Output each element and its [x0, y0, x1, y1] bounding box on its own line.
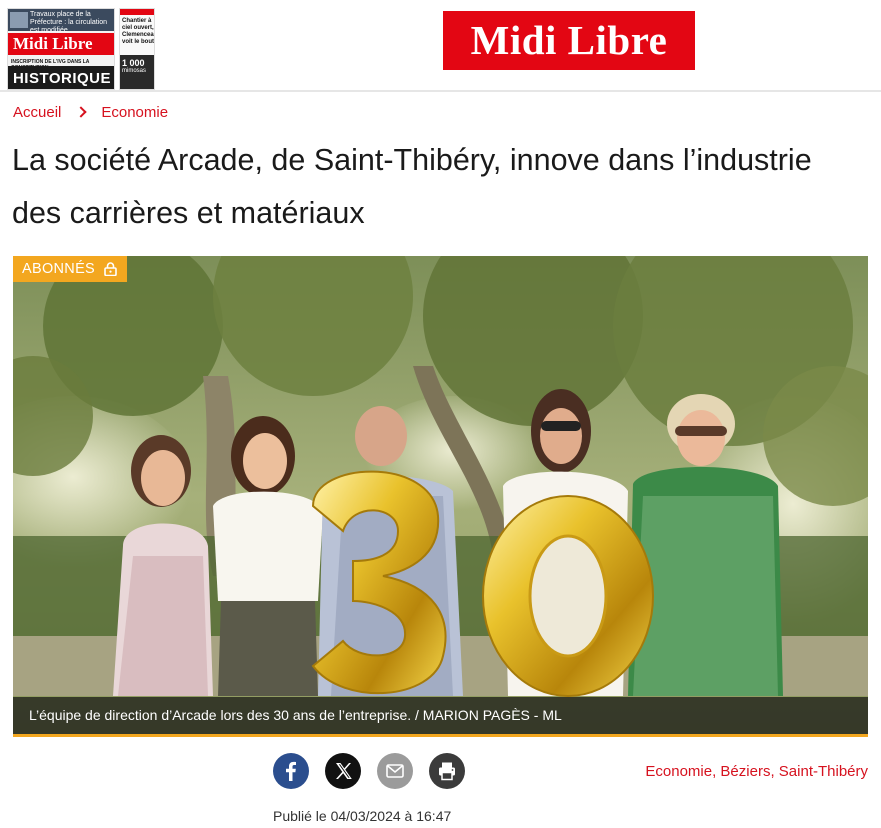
breadcrumb-home-link[interactable]: Accueil: [13, 103, 61, 123]
article-tags: Economie, Béziers, Saint-Thibéry: [645, 762, 868, 782]
breadcrumb-section-link[interactable]: Economie: [101, 103, 168, 123]
subscribers-badge-label: ABONNÉS: [22, 261, 96, 277]
supplement-dark-text: mimosas: [122, 68, 147, 74]
lock-icon: [104, 262, 117, 276]
site-header: Travaux place de la Préfecture : la circ…: [0, 0, 881, 92]
supplement-cover-thumbnail[interactable]: Chantier à ciel ouvert, Clemenceau voit …: [119, 8, 155, 90]
tag-link[interactable]: Béziers: [720, 763, 770, 780]
breadcrumb: Accueil Economie: [13, 103, 168, 123]
photo-accent-rule: [13, 734, 868, 737]
article-photo: ABONNÉS L’équipe de direction d’Arcade l…: [13, 256, 868, 737]
photo-caption: L’équipe de direction d’Arcade lors des …: [13, 697, 868, 734]
printer-icon: [439, 762, 455, 781]
brand-logo[interactable]: Midi Libre: [443, 11, 695, 70]
article-title: La société Arcade, de Saint-Thibéry, inn…: [12, 143, 812, 230]
facebook-share-button[interactable]: [273, 753, 309, 789]
supplement-text: Chantier à ciel ouvert, Clemenceau voit …: [122, 18, 155, 45]
facebook-icon: [286, 761, 296, 781]
share-bar: [273, 753, 465, 789]
supplement-top-bar: [120, 9, 154, 15]
cover-top-text: Travaux place de la Préfecture : la circ…: [30, 11, 108, 34]
publication-date: Publié le 04/03/2024 à 16:47: [273, 808, 452, 824]
tag-separator: ,: [712, 763, 717, 780]
print-button[interactable]: [429, 753, 465, 789]
envelope-icon: [386, 764, 404, 778]
x-logo-icon: [336, 763, 352, 779]
newspaper-cover-thumbnail[interactable]: Travaux place de la Préfecture : la circ…: [7, 8, 115, 90]
tag-link[interactable]: Economie: [645, 763, 712, 780]
cover-headline: HISTORIQUE: [8, 66, 114, 89]
cover-logo: Midi Libre: [8, 33, 114, 55]
tag-separator: ,: [770, 763, 775, 780]
tag-link[interactable]: Saint-Thibéry: [779, 763, 868, 780]
chevron-right-icon: [75, 106, 88, 118]
subscribers-badge[interactable]: ABONNÉS: [13, 256, 128, 282]
mail-share-button[interactable]: [377, 753, 413, 789]
supplement-dark-box: 1 000 mimosas: [120, 55, 154, 89]
photo-illustration: [13, 256, 868, 737]
x-share-button[interactable]: [325, 753, 361, 789]
cover-top-image: [10, 12, 28, 28]
supplement-number: 1 000: [122, 58, 145, 68]
